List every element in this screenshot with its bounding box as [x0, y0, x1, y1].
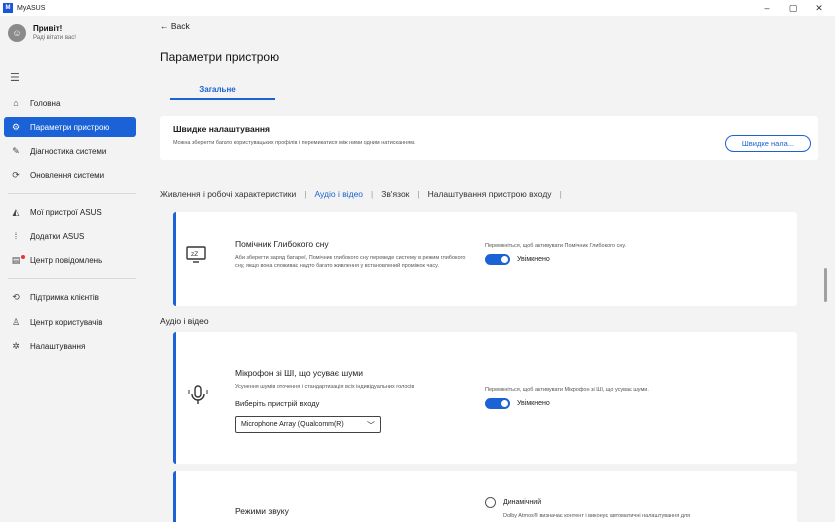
- sidebar-item-label: Додатки ASUS: [30, 231, 85, 241]
- ai-mic-hint: Перемкніться, щоб активувати Мікрофон зі…: [485, 387, 649, 393]
- microphone-icon: [188, 384, 208, 409]
- sidebar-item-notifications[interactable]: ▤ Центр повідомлень: [4, 250, 136, 270]
- title-bar: M MyASUS – ▢ ✕: [0, 0, 835, 16]
- home-icon: ⌂: [13, 98, 19, 108]
- sidebar-item-system-update[interactable]: ⟳ Оновлення системи: [4, 165, 136, 185]
- sidebar-item-label: Центр повідомлень: [30, 255, 103, 265]
- sound-mode-dynamic-radio[interactable]: [485, 497, 496, 508]
- ai-mic-description: Усунення шумів оточення і стандартизація…: [235, 384, 415, 390]
- gear-icon: ✲: [12, 340, 20, 351]
- section-audio-video: Аудіо і відео: [160, 316, 209, 326]
- devices-icon: ◭: [12, 206, 20, 217]
- notification-dot: [21, 255, 25, 259]
- tab-active-indicator: [170, 98, 275, 100]
- category-tabs: Живлення і робочі характеристики | Аудіо…: [160, 189, 562, 199]
- update-icon: ⟳: [12, 169, 20, 180]
- ai-mic-title: Мікрофон зі ШІ, що усуває шуми: [235, 368, 363, 378]
- tab-input-device-settings[interactable]: Налаштування пристрою входу: [428, 189, 552, 199]
- sidebar-item-label: Параметри пристрою: [30, 122, 110, 132]
- user-profile[interactable]: ☺ Привіт! Раді вітати вас!: [8, 24, 76, 42]
- sidebar-item-label: Головна: [30, 98, 61, 108]
- quick-settings-card: Швидке налаштування Можна зберегти багат…: [160, 116, 818, 160]
- greeting-subtitle: Раді вітати вас!: [33, 35, 76, 41]
- quick-settings-title: Швидке налаштування: [173, 124, 270, 134]
- apps-grid-icon: ⁞: [14, 231, 18, 241]
- deep-sleep-card: zZ Помічник Глибокого сну Аби зберегти з…: [173, 212, 797, 306]
- card-accent-bar: [173, 212, 176, 306]
- svg-text:zZ: zZ: [191, 251, 198, 258]
- sidebar-item-label: Центр користувачів: [30, 317, 103, 327]
- stethoscope-icon: ✎: [12, 145, 20, 156]
- device-settings-icon: ⚙: [11, 121, 21, 132]
- sidebar-item-home[interactable]: ⌂ Головна: [4, 93, 136, 113]
- sidebar-item-label: Мої пристрої ASUS: [30, 207, 102, 217]
- ai-mic-toggle[interactable]: [485, 398, 510, 409]
- sidebar-item-diagnostics[interactable]: ✎ Діагностика системи: [4, 141, 136, 161]
- sound-mode-dynamic-label: Динамічний: [503, 499, 542, 506]
- sidebar-item-my-devices[interactable]: ◭ Мої пристрої ASUS: [4, 202, 136, 222]
- tab-connectivity[interactable]: Зв'язок: [381, 189, 409, 199]
- sound-mode-dynamic-description: Dolby Atmos® визначає контент і виконує …: [503, 513, 691, 519]
- sidebar-item-asus-apps[interactable]: ⁞ Додатки ASUS: [4, 226, 136, 246]
- user-icon: ♙: [11, 316, 21, 327]
- tab-general[interactable]: Загальне: [160, 85, 275, 94]
- sleep-monitor-icon: zZ: [186, 246, 206, 267]
- sidebar-item-device-settings[interactable]: ⚙ Параметри пристрою: [4, 117, 136, 137]
- sidebar-item-settings[interactable]: ✲ Налаштування: [4, 336, 136, 356]
- scrollbar-thumb[interactable]: [824, 268, 827, 302]
- ai-mic-state: Увімкнено: [517, 400, 550, 407]
- sound-modes-title: Режими звуку: [235, 506, 289, 516]
- maximize-button[interactable]: ▢: [780, 0, 806, 16]
- deep-sleep-state: Увімкнено: [517, 256, 550, 263]
- sound-modes-card: Режими звуку Динамічний Dolby Atmos® виз…: [173, 471, 797, 522]
- greeting: Привіт!: [33, 24, 63, 33]
- ai-noise-mic-card: Мікрофон зі ШІ, що усуває шуми Усунення …: [173, 332, 797, 464]
- quick-settings-description: Можна зберегти багато користувацьких про…: [173, 140, 416, 146]
- chevron-down-icon: ﹀: [367, 421, 375, 430]
- input-device-select[interactable]: Microphone Array (Qualcomm(R) ﹀: [235, 416, 381, 433]
- sidebar: ☺ Привіт! Раді вітати вас! ☰ ⌂ Головна ⚙…: [0, 16, 140, 522]
- arrow-left-icon: ←: [160, 21, 169, 31]
- sidebar-item-label: Діагностика системи: [30, 146, 107, 156]
- sidebar-item-user-center[interactable]: ♙ Центр користувачів: [4, 312, 136, 332]
- input-device-label: Виберіть пристрій входу: [235, 399, 320, 408]
- sidebar-item-label: Оновлення системи: [30, 170, 105, 180]
- deep-sleep-hint: Перемкніться, щоб активувати Помічник Гл…: [485, 243, 627, 249]
- deep-sleep-description: Аби зберегти заряд батареї, Помічник гли…: [235, 255, 466, 269]
- deep-sleep-toggle[interactable]: [485, 254, 510, 265]
- main-content: ← Back Параметри пристрою Загальне Швидк…: [140, 16, 835, 522]
- card-accent-bar: [173, 471, 176, 522]
- avatar: ☺: [8, 24, 26, 42]
- myasus-logo-icon: M: [3, 3, 13, 13]
- close-button[interactable]: ✕: [806, 0, 832, 16]
- sidebar-item-support[interactable]: ⟲ Підтримка клієнтів: [4, 287, 136, 307]
- quick-settings-button[interactable]: Швидке нала...: [725, 135, 811, 152]
- sidebar-divider: [8, 193, 136, 194]
- tab-audio-video[interactable]: Аудіо і відео: [314, 189, 363, 199]
- back-button[interactable]: ← Back: [160, 21, 190, 31]
- tab-power-performance[interactable]: Живлення і робочі характеристики: [160, 189, 296, 199]
- minimize-button[interactable]: –: [754, 0, 780, 16]
- sidebar-item-label: Підтримка клієнтів: [30, 292, 99, 302]
- deep-sleep-title: Помічник Глибокого сну: [235, 239, 329, 249]
- hamburger-menu-icon[interactable]: ☰: [10, 71, 20, 84]
- sidebar-item-label: Налаштування: [30, 341, 86, 351]
- page-title: Параметри пристрою: [160, 50, 280, 64]
- card-accent-bar: [173, 332, 176, 464]
- sidebar-divider: [8, 278, 136, 279]
- window-title: MyASUS: [17, 4, 46, 12]
- support-icon: ⟲: [12, 291, 20, 302]
